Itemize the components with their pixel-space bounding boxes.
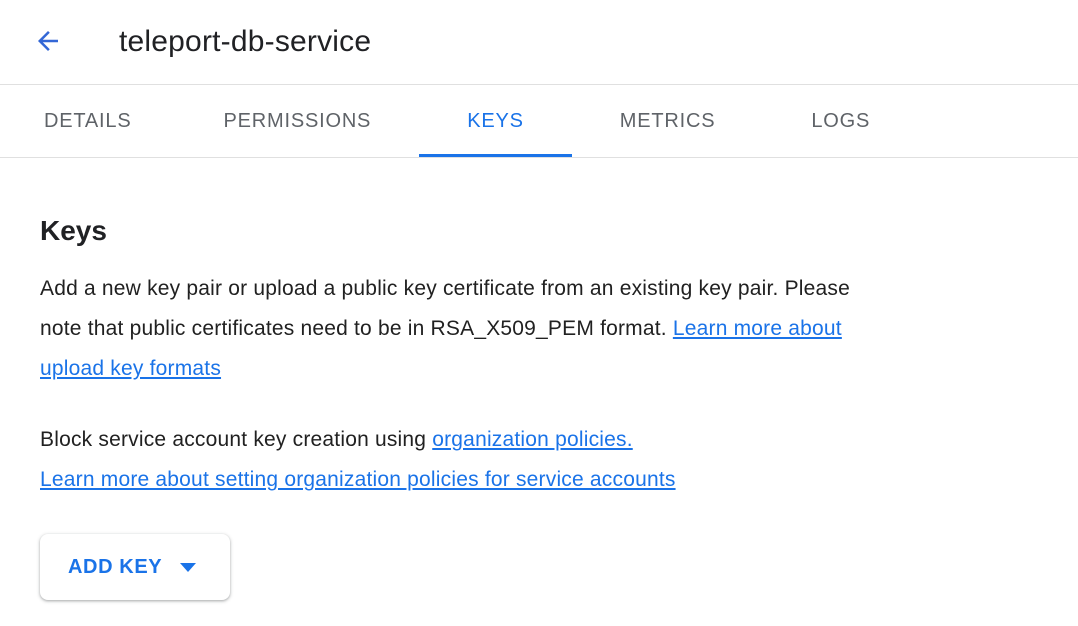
text-line: upload key formats bbox=[40, 349, 1038, 389]
text-link[interactable]: organization policies. bbox=[432, 428, 633, 451]
add-key-button[interactable]: ADD KEY bbox=[40, 534, 230, 600]
tab-logs[interactable]: LOGS bbox=[763, 85, 918, 157]
text-run: Add a new key pair or upload a public ke… bbox=[40, 277, 850, 300]
tab-label: KEYS bbox=[467, 110, 524, 133]
tab-details[interactable]: DETAILS bbox=[0, 85, 175, 157]
section-heading: Keys bbox=[40, 214, 1038, 247]
tab-label: LOGS bbox=[811, 110, 870, 133]
text-run: Block service account key creation using bbox=[40, 428, 432, 451]
tab-permissions[interactable]: PERMISSIONS bbox=[175, 85, 419, 157]
text-link[interactable]: upload key formats bbox=[40, 357, 221, 380]
tab-label: PERMISSIONS bbox=[223, 110, 371, 133]
text-link[interactable]: Learn more about bbox=[673, 317, 842, 340]
service-account-keys-page: teleport-db-service DETAILS PERMISSIONS … bbox=[0, 0, 1078, 626]
tab-metrics[interactable]: METRICS bbox=[572, 85, 764, 157]
keys-description-paragraph: Add a new key pair or upload a public ke… bbox=[40, 269, 1038, 389]
text-line: Add a new key pair or upload a public ke… bbox=[40, 269, 1038, 309]
tab-bar: DETAILS PERMISSIONS KEYS METRICS LOGS bbox=[0, 85, 1078, 158]
tab-label: DETAILS bbox=[44, 110, 131, 133]
add-key-button-label: ADD KEY bbox=[68, 556, 162, 579]
text-link[interactable]: Learn more about setting organization po… bbox=[40, 468, 676, 491]
text-line: note that public certificates need to be… bbox=[40, 309, 1038, 349]
text-line: Block service account key creation using… bbox=[40, 420, 1038, 460]
arrow-back-icon bbox=[33, 26, 63, 59]
tab-label: METRICS bbox=[620, 110, 716, 133]
arrow-drop-down-icon bbox=[180, 563, 196, 572]
keys-tab-content: Keys Add a new key pair or upload a publ… bbox=[0, 214, 1078, 600]
text-run: note that public certificates need to be… bbox=[40, 317, 673, 340]
page-header: teleport-db-service bbox=[0, 0, 1078, 85]
page-title: teleport-db-service bbox=[119, 25, 371, 59]
text-line: Learn more about setting organization po… bbox=[40, 460, 1038, 500]
org-policy-paragraph: Block service account key creation using… bbox=[40, 420, 1038, 500]
back-button[interactable] bbox=[32, 26, 64, 58]
tab-keys[interactable]: KEYS bbox=[419, 85, 572, 157]
